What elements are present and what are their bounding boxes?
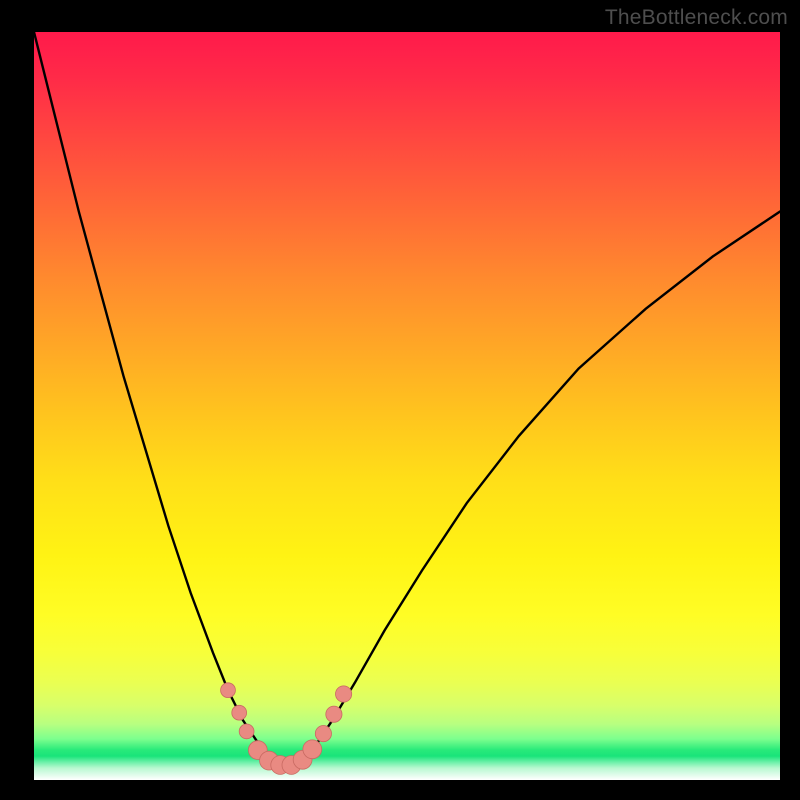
curve-line (34, 32, 780, 765)
curve-marker (221, 683, 236, 698)
curve-markers (221, 683, 352, 775)
curve-marker (303, 740, 322, 759)
curve-marker (326, 706, 342, 722)
curve-marker (315, 726, 331, 742)
chart-frame: TheBottleneck.com (0, 0, 800, 800)
curve-marker (336, 686, 352, 702)
bottleneck-curve (34, 32, 780, 780)
curve-marker (232, 705, 247, 720)
curve-marker (239, 724, 254, 739)
watermark-label: TheBottleneck.com (605, 6, 788, 30)
plot-area (34, 32, 780, 780)
